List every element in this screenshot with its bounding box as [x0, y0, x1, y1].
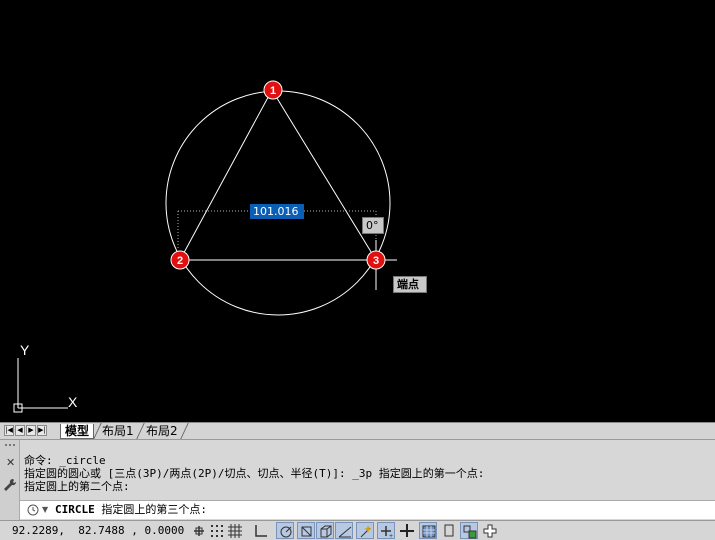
drawing-area[interactable]: 1 2 3 Y X 101.016 0° 端点	[0, 0, 715, 422]
command-line-input[interactable]: ▼ CIRCLE 指定圆上的第三个点:	[20, 500, 715, 519]
svg-text:2: 2	[177, 255, 183, 267]
ucs-x-label: X	[68, 394, 78, 410]
drag-handle-icon[interactable]	[5, 444, 15, 450]
dynamic-input-field[interactable]: 101.016	[250, 204, 304, 219]
history-line: 指定圆的圆心或 [三点(3P)/两点(2P)/切点、切点、半径(T)]: _3p…	[24, 467, 485, 480]
history-line: 指定圆上的第二个点:	[24, 480, 130, 493]
command-window-grip[interactable]: ✕	[0, 440, 20, 520]
3d-object-snap-icon[interactable]	[316, 522, 334, 539]
command-prompt: CIRCLE 指定圆上的第三个点:	[55, 503, 207, 517]
current-command: CIRCLE	[55, 503, 95, 516]
lineweight-icon[interactable]	[398, 522, 416, 539]
svg-text:+: +	[389, 533, 393, 539]
triangle-edge-1-3	[271, 89, 377, 261]
layout-tab-bar: |◀ ◀ ▶ ▶| 模型 布局1 布局2	[0, 422, 715, 439]
coordinate-readout: 92.2289, 82.7488 , 0.0000	[12, 524, 185, 537]
angle-tooltip: 0°	[362, 217, 384, 234]
dynamic-input-icon[interactable]: +	[377, 522, 395, 539]
svg-text:3: 3	[373, 255, 379, 267]
last-tab-icon[interactable]: ▶|	[37, 425, 47, 436]
infer-constraints-icon[interactable]	[190, 522, 208, 539]
transparency-icon[interactable]	[419, 522, 437, 539]
recent-commands-icon[interactable]	[27, 504, 39, 516]
next-tab-icon[interactable]: ▶	[26, 425, 36, 436]
customize-wrench-icon[interactable]	[3, 478, 17, 492]
first-tab-icon[interactable]: |◀	[4, 425, 14, 436]
drawing-svg: 1 2 3 Y X	[13, 80, 397, 413]
tab-layout1[interactable]: 布局1	[98, 424, 138, 439]
prev-tab-icon[interactable]: ◀	[15, 425, 25, 436]
snap-mode-icon[interactable]	[208, 522, 226, 539]
annotation-monitor-icon[interactable]	[481, 522, 499, 539]
svg-text:1: 1	[270, 85, 276, 97]
chevron-down-icon[interactable]: ▼	[42, 505, 48, 514]
tab-layout2[interactable]: 布局2	[142, 424, 182, 439]
ucs-icon: Y X	[13, 342, 78, 413]
polar-tracking-icon[interactable]	[276, 522, 294, 539]
drawn-circle	[165, 90, 391, 316]
point-marker-2: 2	[170, 250, 190, 270]
grid-display-icon[interactable]	[226, 522, 244, 539]
tab-model[interactable]: 模型	[60, 424, 95, 439]
snap-tooltip: 端点	[393, 276, 427, 293]
status-bar: 92.2289, 82.7488 , 0.0000 +	[0, 520, 715, 540]
point-marker-3: 3	[366, 250, 386, 270]
history-line: 命令: _circle	[24, 454, 106, 467]
object-snap-tracking-icon[interactable]	[335, 522, 353, 539]
triangle-edge-1-2	[179, 89, 273, 261]
selection-cycling-icon[interactable]	[460, 522, 478, 539]
dynamic-ucs-icon[interactable]	[356, 522, 374, 539]
object-snap-icon[interactable]	[297, 522, 315, 539]
command-window: ✕ 命令: _circle 指定圆的圆心或 [三点(3P)/两点(2P)/切点、切…	[0, 439, 715, 520]
quick-properties-icon[interactable]	[440, 522, 458, 539]
current-prompt: 指定圆上的第三个点:	[101, 503, 207, 516]
point-marker-1: 1	[263, 80, 283, 100]
ucs-y-label: Y	[20, 342, 30, 358]
ortho-mode-icon[interactable]	[252, 522, 270, 539]
command-history: 命令: _circle 指定圆的圆心或 [三点(3P)/两点(2P)/切点、切点、…	[24, 454, 484, 493]
close-icon[interactable]: ✕	[6, 456, 15, 469]
